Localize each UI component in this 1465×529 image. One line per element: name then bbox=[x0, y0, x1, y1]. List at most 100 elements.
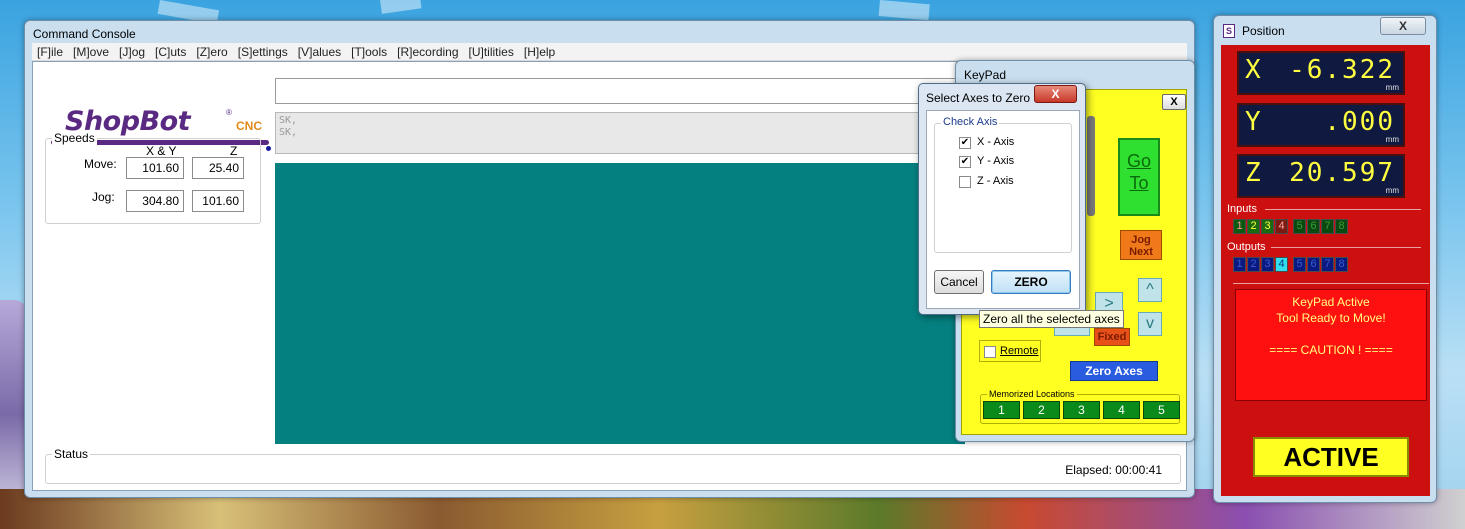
dialog-client: Check Axis ✔ X - Axis ✔ Y - Axis Z - Axi… bbox=[926, 110, 1080, 309]
fixed-button[interactable]: Fixed bbox=[1094, 328, 1130, 346]
menu-jog[interactable]: [J]og bbox=[114, 43, 150, 61]
output-indicator-2: 2 bbox=[1247, 257, 1260, 272]
logo-cnc: CNC bbox=[236, 119, 262, 133]
input-indicator-6: 6 bbox=[1307, 219, 1320, 234]
x-axis-label: X - Axis bbox=[977, 136, 1015, 148]
jog-next-button[interactable]: Jog Next bbox=[1120, 230, 1162, 260]
menu-file[interactable]: [F]ile bbox=[32, 43, 68, 61]
y-unit: mm bbox=[1385, 135, 1399, 144]
z-unit: mm bbox=[1385, 186, 1399, 195]
move-label: Move: bbox=[84, 157, 117, 171]
menu-bar: [F]ile [M]ove [J]og [C]uts [Z]ero [S]ettings[… bbox=[32, 43, 1187, 61]
remote-label: Remote bbox=[1000, 345, 1039, 357]
check-axis-label: Check Axis bbox=[941, 116, 1000, 128]
command-history: SK, SK, bbox=[275, 112, 965, 154]
z-readout: Z 20.597 mm bbox=[1237, 154, 1405, 198]
x-readout: X -6.322 mm bbox=[1237, 51, 1405, 95]
position-panel: X -6.322 mm Y .000 mm Z 20.597 mm Inputs… bbox=[1221, 45, 1430, 496]
status-group: Status Elapsed: 00:00:41 bbox=[45, 447, 1181, 484]
history-marker-dot bbox=[266, 146, 271, 151]
memorized-locations-group: Memorized Locations 1 2 3 4 5 bbox=[980, 389, 1180, 424]
keypad-title: KeyPad bbox=[964, 68, 1007, 82]
menu-settings[interactable]: [S]ettings bbox=[233, 43, 293, 61]
output-indicator-8: 8 bbox=[1335, 257, 1348, 272]
move-z-field[interactable]: 25.40 bbox=[192, 157, 244, 179]
goto-label-line1: Go bbox=[1126, 151, 1151, 171]
keypad-close-button[interactable]: X bbox=[1162, 94, 1186, 110]
jog-z-field[interactable]: 101.60 bbox=[192, 190, 244, 212]
keypad-divider bbox=[1087, 116, 1095, 216]
col-xy-label: X & Y bbox=[146, 144, 177, 158]
memorized-location-3[interactable]: 3 bbox=[1063, 401, 1100, 419]
y-axis-checkbox[interactable]: ✔ bbox=[959, 156, 971, 168]
active-status-button[interactable]: ACTIVE bbox=[1253, 437, 1409, 477]
x-axis-letter: X bbox=[1245, 55, 1261, 85]
goto-button[interactable]: Go To bbox=[1118, 138, 1160, 216]
menu-values[interactable]: [V]alues bbox=[293, 43, 346, 61]
col-z-label: Z bbox=[230, 144, 238, 158]
dialog-close-button[interactable]: X bbox=[1034, 85, 1077, 103]
y-axis-label: Y - Axis bbox=[977, 155, 1015, 167]
zero-button[interactable]: ZERO bbox=[991, 270, 1071, 294]
message-divider bbox=[1233, 283, 1429, 284]
input-indicator-1: 1 bbox=[1233, 219, 1246, 234]
remote-checkbox-group[interactable]: Remote bbox=[979, 340, 1041, 362]
y-value: .000 bbox=[1324, 107, 1395, 137]
output-indicator-5: 5 bbox=[1293, 257, 1306, 272]
x-axis-checkbox[interactable]: ✔ bbox=[959, 137, 971, 149]
zero-axes-button[interactable]: Zero Axes bbox=[1070, 361, 1158, 381]
arrow-down-button[interactable]: v bbox=[1138, 312, 1162, 336]
memorized-location-5[interactable]: 5 bbox=[1143, 401, 1180, 419]
input-indicator-7: 7 bbox=[1321, 219, 1334, 234]
position-app-icon: S bbox=[1223, 24, 1235, 38]
history-line: SK, bbox=[279, 127, 298, 138]
position-title: Position bbox=[1242, 24, 1285, 38]
preview-area[interactable] bbox=[275, 163, 965, 444]
status-label: Status bbox=[52, 447, 91, 461]
history-line: SK, bbox=[279, 115, 298, 126]
menu-cuts[interactable]: [C]uts bbox=[150, 43, 191, 61]
background-ray bbox=[878, 0, 930, 21]
input-indicator-2: 2 bbox=[1247, 219, 1260, 234]
outputs-divider bbox=[1271, 247, 1421, 248]
z-axis-checkbox[interactable] bbox=[959, 176, 971, 188]
input-indicator-8: 8 bbox=[1335, 219, 1348, 234]
output-indicator-4: 4 bbox=[1275, 257, 1288, 272]
z-value: 20.597 bbox=[1289, 158, 1395, 188]
elapsed-time: Elapsed: 00:00:41 bbox=[1065, 463, 1162, 477]
zero-tooltip: Zero all the selected axes bbox=[979, 310, 1124, 328]
output-indicator-3: 3 bbox=[1261, 257, 1274, 272]
menu-move[interactable]: [M]ove bbox=[68, 43, 114, 61]
y-axis-letter: Y bbox=[1245, 107, 1261, 137]
jog-next-line1: Jog bbox=[1131, 234, 1151, 246]
memorized-location-4[interactable]: 4 bbox=[1103, 401, 1140, 419]
speeds-label: Speeds bbox=[52, 131, 97, 145]
menu-utilities[interactable]: [U]tilities bbox=[464, 43, 519, 61]
command-input[interactable] bbox=[275, 78, 965, 104]
menu-help[interactable]: [H]elp bbox=[519, 43, 560, 61]
check-axis-group: Check Axis ✔ X - Axis ✔ Y - Axis Z - Axi… bbox=[934, 116, 1072, 253]
memorized-location-2[interactable]: 2 bbox=[1023, 401, 1060, 419]
jog-next-line2: Next bbox=[1129, 246, 1153, 258]
window-title: Command Console bbox=[33, 27, 136, 41]
background-ray bbox=[380, 0, 422, 14]
cancel-button[interactable]: Cancel bbox=[934, 270, 984, 294]
output-indicator-7: 7 bbox=[1321, 257, 1334, 272]
input-indicator-4: 4 bbox=[1275, 219, 1288, 234]
position-close-button[interactable]: X bbox=[1380, 17, 1426, 35]
memorized-location-1[interactable]: 1 bbox=[983, 401, 1020, 419]
menu-zero[interactable]: [Z]ero bbox=[191, 43, 232, 61]
move-xy-field[interactable]: 101.60 bbox=[126, 157, 184, 179]
goto-label-line2: To bbox=[1129, 173, 1149, 193]
input-indicator-3: 3 bbox=[1261, 219, 1274, 234]
message-line-1: KeyPad Active bbox=[1292, 295, 1370, 309]
output-indicator-1: 1 bbox=[1233, 257, 1246, 272]
arrow-up-button[interactable]: ^ bbox=[1138, 278, 1162, 302]
y-readout: Y .000 mm bbox=[1237, 103, 1405, 147]
remote-checkbox[interactable] bbox=[984, 346, 996, 358]
menu-tools[interactable]: [T]ools bbox=[346, 43, 392, 61]
jog-xy-field[interactable]: 304.80 bbox=[126, 190, 184, 212]
menu-recording[interactable]: [R]ecording bbox=[392, 43, 463, 61]
speeds-group: Speeds X & Y Z Move: Jog: 101.60 25.40 3… bbox=[45, 131, 261, 224]
